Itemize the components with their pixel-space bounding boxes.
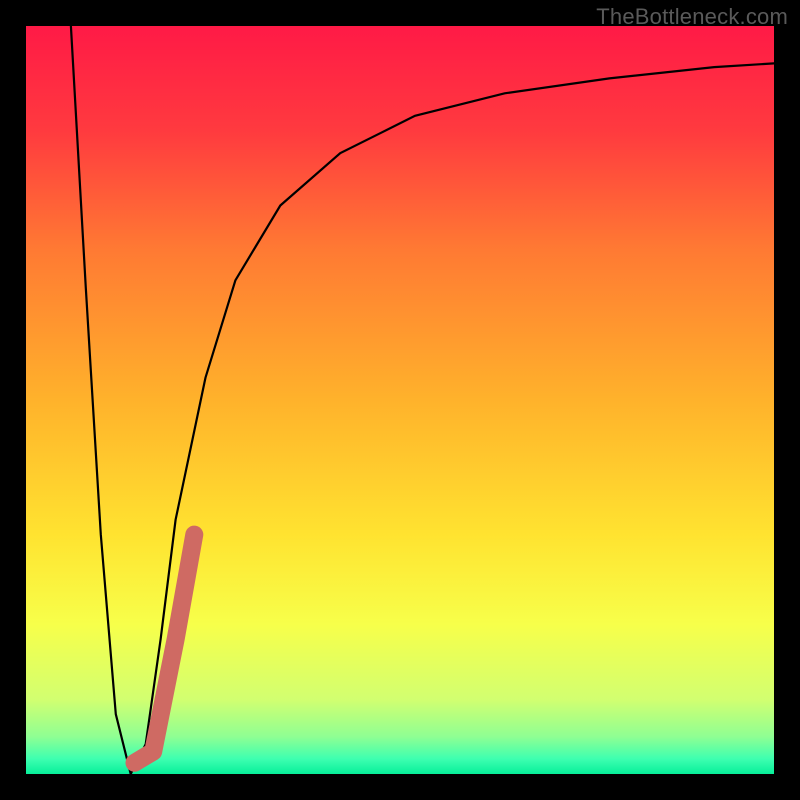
highlight-marker (135, 535, 195, 763)
outer-frame: TheBottleneck.com (0, 0, 800, 800)
chart-svg (26, 26, 774, 774)
watermark-text: TheBottleneck.com (596, 4, 788, 30)
plot-area (26, 26, 774, 774)
